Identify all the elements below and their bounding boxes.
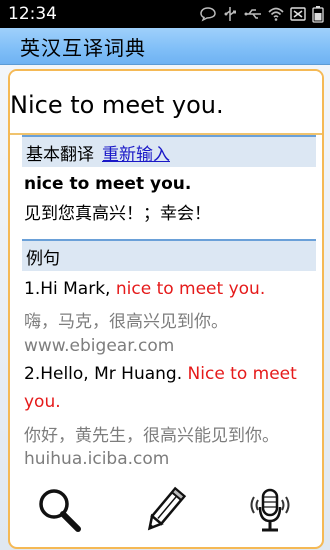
status-icons: [200, 5, 330, 23]
wifi-icon: [268, 7, 284, 21]
example-sentence: 2.Hello, Mr Huang. Nice to meet: [24, 364, 322, 384]
usb-icon: [224, 7, 236, 21]
no-signal-icon: [290, 7, 306, 21]
pencil-icon: [147, 486, 187, 531]
example-sentence: 1.Hi Mark, nice to meet you.: [24, 279, 322, 299]
write-button[interactable]: [135, 480, 195, 540]
examples-header: 例句: [22, 239, 316, 271]
example-highlight: nice to meet you.: [115, 279, 266, 299]
example-source[interactable]: www.ebigear.com: [24, 336, 322, 356]
status-time: 12:34: [8, 4, 57, 24]
basic-translation-header: 基本翻译 重新输入: [22, 135, 316, 167]
query-display[interactable]: Nice to meet you.: [10, 71, 322, 135]
example-translation: 嗨，马克，很高兴见到你。: [24, 312, 228, 332]
example-translation: 你好，黄先生，很高兴能见到你。: [24, 426, 279, 446]
basic-translation-label: 基本翻译: [26, 144, 94, 165]
search-icon: [39, 489, 81, 532]
battery-icon: [312, 6, 324, 23]
usb-debug-icon: [244, 9, 261, 19]
example-highlight-continued: you.: [24, 392, 61, 412]
title-bar: 英汉互译词典: [0, 28, 330, 65]
example-highlight: Nice to meet: [187, 364, 297, 384]
basic-translation: 见到您真高兴！；幸会！: [24, 204, 211, 224]
example-source[interactable]: huihua.iciba.com: [24, 449, 322, 469]
example-prefix: 1.Hi Mark,: [24, 279, 116, 299]
query-text: Nice to meet you.: [10, 91, 224, 119]
status-bar: 12:34: [0, 0, 330, 28]
search-button[interactable]: [30, 480, 90, 540]
bottom-toolbar: [0, 470, 330, 550]
chat-icon: [200, 7, 216, 22]
examples-label: 例句: [26, 248, 60, 269]
basic-phrase: nice to meet you.: [24, 174, 192, 194]
re-input-link[interactable]: 重新输入: [102, 140, 170, 165]
app-title: 英汉互译词典: [20, 36, 146, 60]
microphone-icon: [250, 488, 290, 532]
example-prefix: 2.Hello, Mr Huang.: [24, 364, 188, 384]
voice-button[interactable]: [240, 480, 300, 540]
